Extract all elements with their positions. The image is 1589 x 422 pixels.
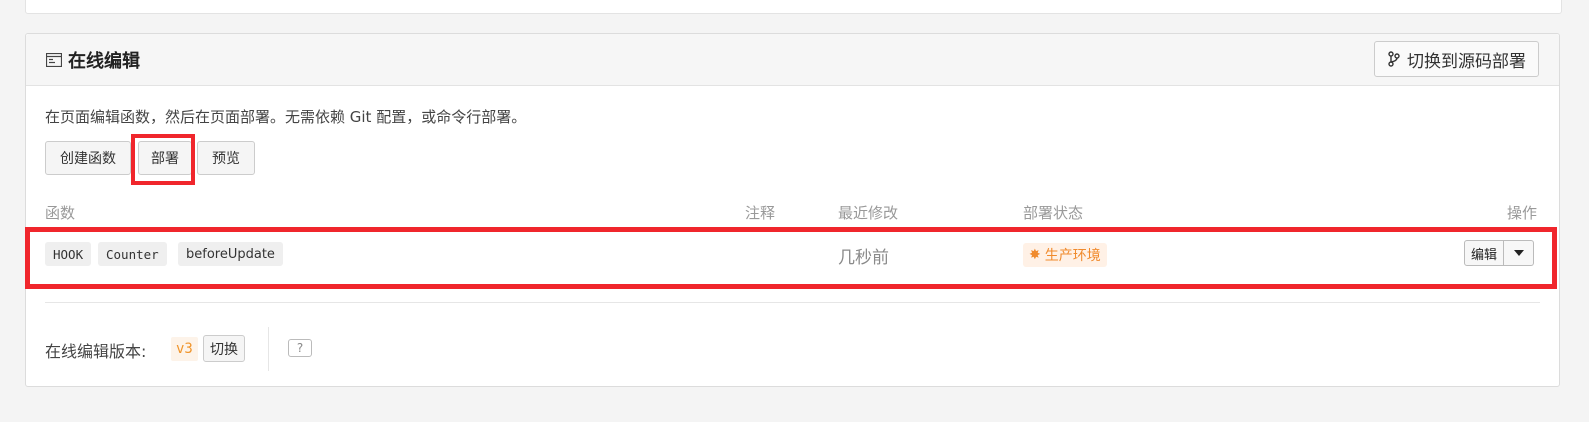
code-editor-icon <box>46 53 62 67</box>
function-tag-hook-text: HOOK <box>53 246 84 262</box>
panel-description: 在页面编辑函数，然后在页面部署。无需依赖 Git 配置，或命令行部署。 <box>45 108 527 126</box>
function-tag-event: beforeUpdate <box>178 242 283 266</box>
caret-down-icon <box>1513 250 1524 256</box>
branch-icon <box>1388 51 1400 67</box>
panel-header: 在线编辑 切换到源码部署 <box>26 34 1559 86</box>
column-header-modified: 最近修改 <box>838 204 899 222</box>
function-tag-event-text: beforeUpdate <box>186 246 275 262</box>
previous-card <box>25 0 1562 14</box>
divider <box>45 302 1540 303</box>
online-edit-panel: 在线编辑 切换到源码部署 在页面编辑函数，然后在页面部署。无需依赖 Git 配置… <box>25 33 1560 387</box>
column-header-status: 部署状态 <box>1023 204 1084 222</box>
modified-time: 几秒前 <box>838 248 889 268</box>
edit-button[interactable]: 编辑 <box>1464 240 1505 266</box>
vertical-divider <box>268 327 269 371</box>
version-value: v3 <box>171 337 198 361</box>
gear-icon: ✸ <box>1029 247 1041 263</box>
help-icon[interactable]: ? <box>288 339 312 357</box>
column-header-actions: 操作 <box>1507 204 1538 222</box>
panel-title-text: 在线编辑 <box>68 51 140 72</box>
deploy-status-text: 生产环境 <box>1044 248 1101 264</box>
function-tag-name[interactable]: Counter <box>98 242 167 266</box>
function-tag-hook: HOOK <box>45 242 92 266</box>
version-label: 在线编辑版本: <box>45 342 147 361</box>
deploy-status-badge: ✸ 生产环境 <box>1023 243 1107 267</box>
deploy-button[interactable]: 部署 <box>138 141 192 175</box>
edit-dropdown-button[interactable] <box>1504 240 1535 266</box>
preview-button[interactable]: 预览 <box>197 141 255 175</box>
column-header-function: 函数 <box>45 204 76 222</box>
edit-button-group: 编辑 <box>1464 240 1535 266</box>
function-tag-name-text: Counter <box>106 246 159 262</box>
panel-title: 在线编辑 <box>46 47 140 73</box>
create-function-button[interactable]: 创建函数 <box>45 141 131 175</box>
switch-version-button[interactable]: 切换 <box>203 335 245 362</box>
switch-to-source-deploy-button[interactable]: 切换到源码部署 <box>1374 41 1539 77</box>
column-header-comment: 注释 <box>745 204 776 222</box>
switch-to-source-deploy-label: 切换到源码部署 <box>1407 51 1526 72</box>
